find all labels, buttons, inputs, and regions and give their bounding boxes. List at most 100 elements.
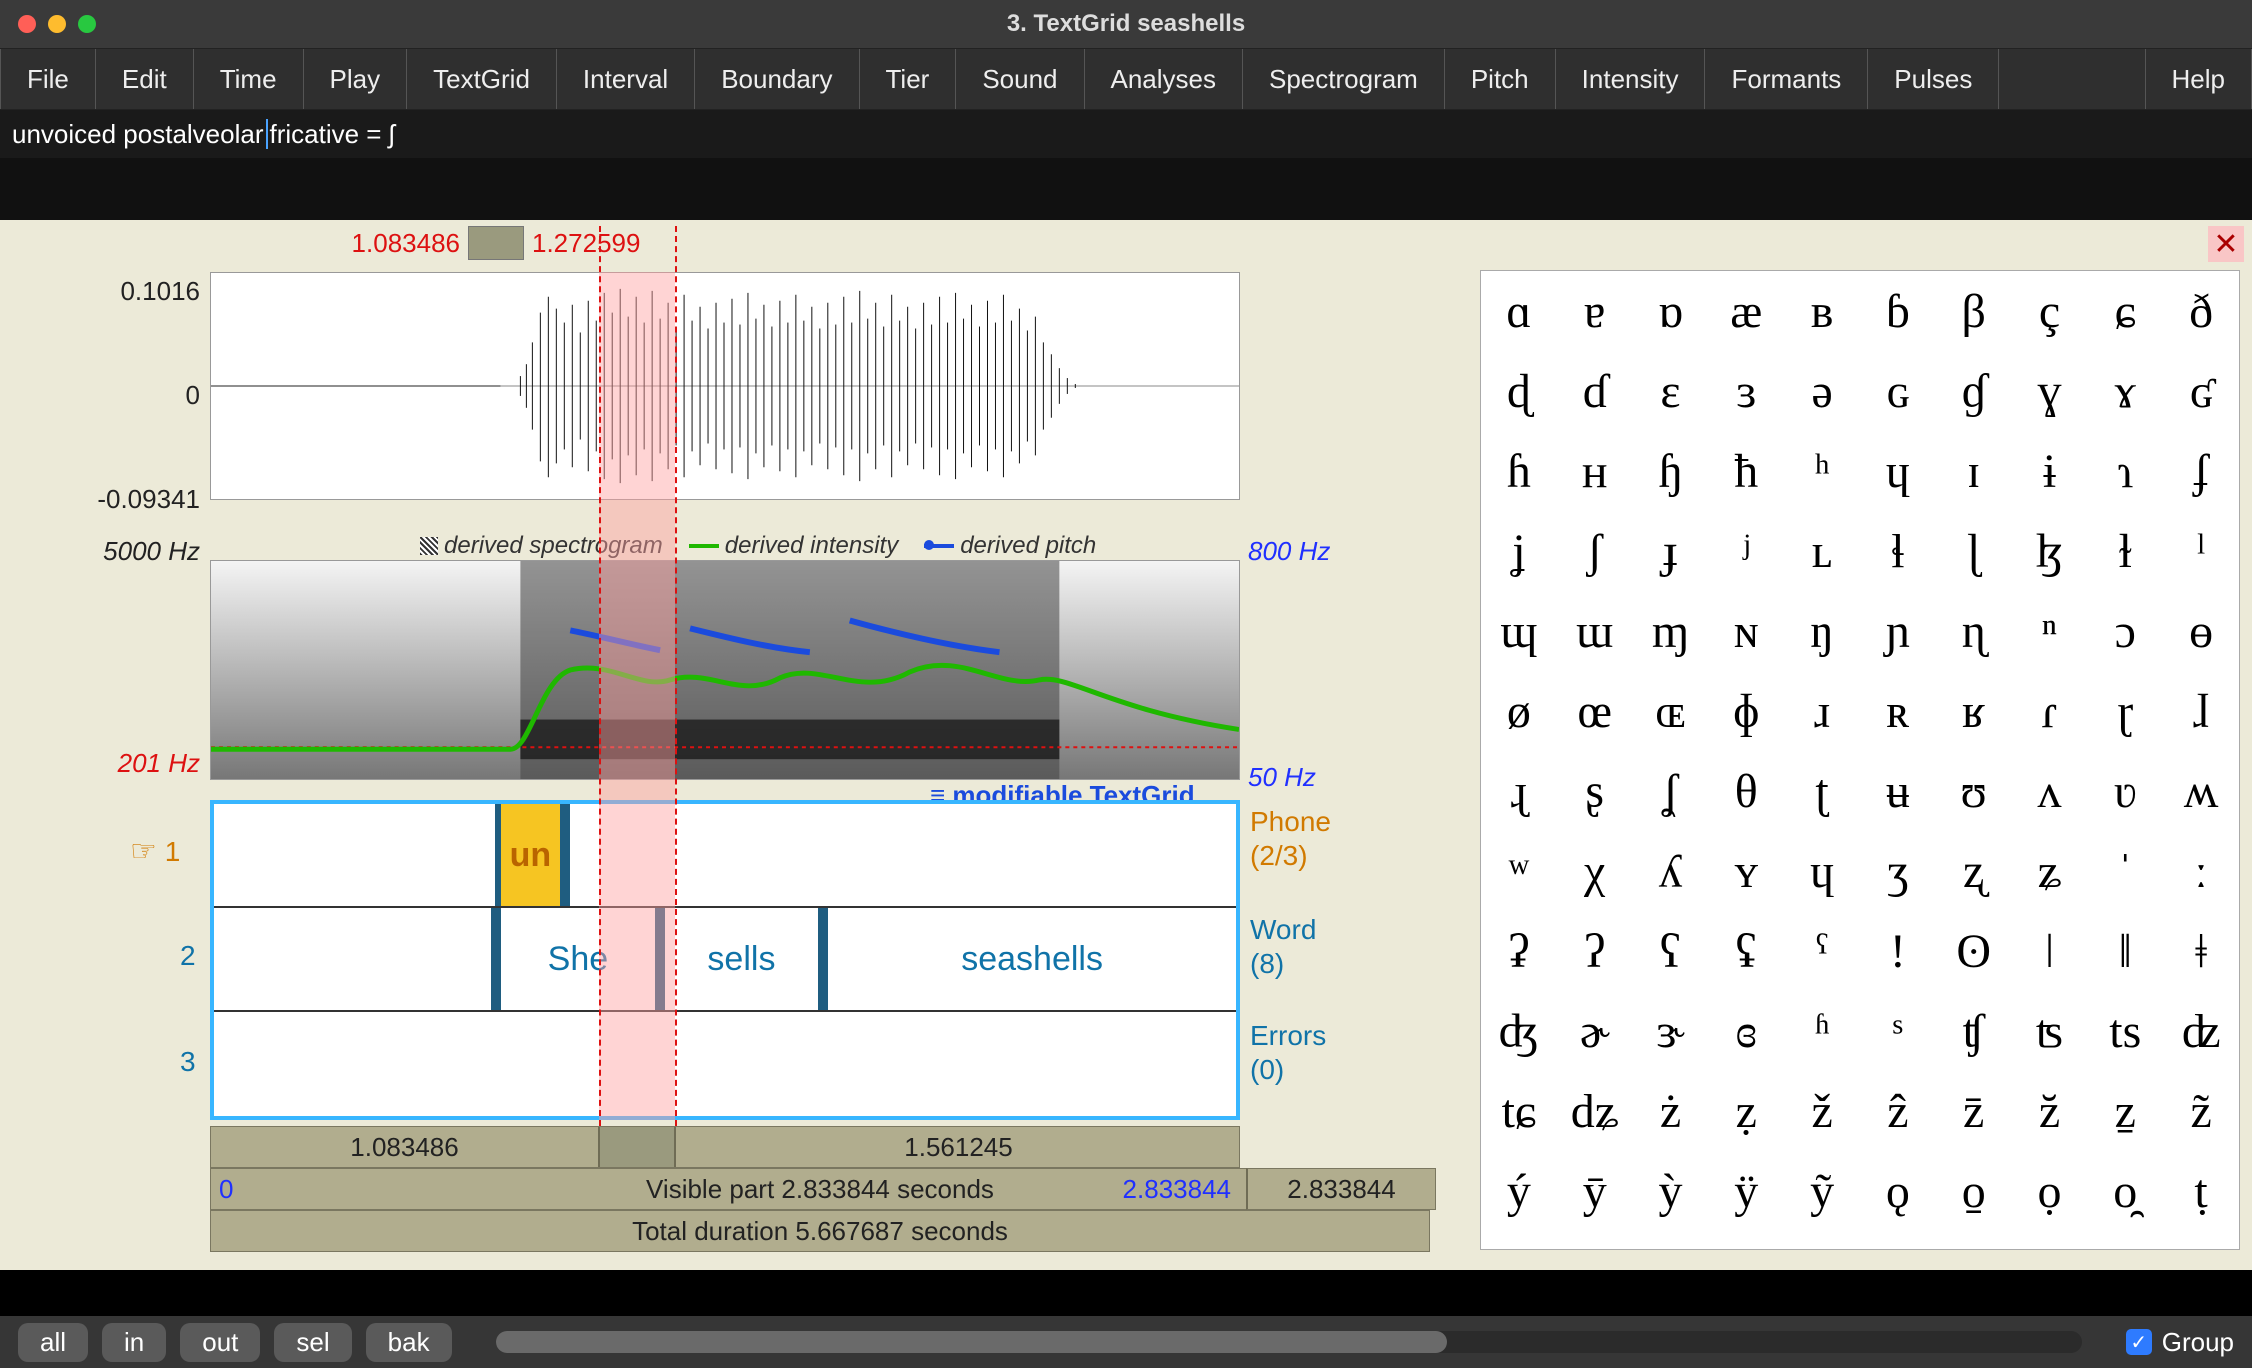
zoom-window-button[interactable] [78, 15, 96, 33]
ipa-char[interactable]: ɧ [1633, 431, 1709, 511]
minimize-window-button[interactable] [48, 15, 66, 33]
ipa-char[interactable]: ɟ [1633, 511, 1709, 591]
ipa-char[interactable]: ȳ [1557, 1151, 1633, 1231]
spectrogram-view[interactable] [210, 560, 1240, 780]
tier-phone[interactable]: un [214, 804, 1236, 908]
ipa-char[interactable]: ž [1784, 1071, 1860, 1151]
play-selection-bar[interactable]: 1.083486 1.561245 [210, 1126, 1240, 1168]
ipa-char[interactable]: ɕ [2087, 271, 2163, 351]
word-interval-1[interactable]: She [501, 908, 665, 1010]
ipa-char[interactable]: ọ [2012, 1151, 2088, 1231]
ipa-char[interactable]: ʒ [1860, 831, 1936, 911]
menu-textgrid[interactable]: TextGrid [407, 49, 557, 109]
ipa-char[interactable]: ɖ [1481, 351, 1557, 431]
ipa-char[interactable]: ʣ [2163, 991, 2239, 1071]
word-interval-2[interactable]: sells [665, 908, 829, 1010]
ipa-char[interactable]: β [1936, 271, 2012, 351]
ipa-char[interactable]: ǂ [2163, 911, 2239, 991]
ipa-char[interactable]: ỹ [1784, 1151, 1860, 1231]
menu-help[interactable]: Help [2145, 49, 2252, 109]
ipa-char[interactable]: ʔ [1557, 911, 1633, 991]
ipa-char[interactable]: ɜ [1708, 351, 1784, 431]
selection-grip[interactable] [468, 226, 524, 260]
ipa-char[interactable]: ⁿ [2012, 591, 2088, 671]
ipa-char[interactable]: ɚ [1557, 991, 1633, 1071]
ipa-char[interactable]: ɣ [2012, 351, 2088, 431]
selection-start-line[interactable] [599, 226, 601, 1126]
horizontal-scrollbar[interactable] [496, 1331, 2082, 1353]
ipa-char[interactable]: ɝ [1633, 991, 1709, 1071]
ipa-char[interactable]: ɥ [1784, 831, 1860, 911]
ipa-char[interactable]: ż [1633, 1071, 1709, 1151]
ipa-char[interactable]: ɠ [1936, 351, 2012, 431]
ipa-char[interactable]: ʷ [1481, 831, 1557, 911]
group-checkbox[interactable]: ✓ [2126, 1329, 2152, 1355]
ipa-char[interactable]: ɾ [2012, 671, 2088, 751]
ipa-char[interactable]: ɮ [2012, 511, 2088, 591]
ipa-char[interactable]: ɴ [1708, 591, 1784, 671]
ipa-char[interactable]: ʢ [1708, 911, 1784, 991]
ipa-char[interactable]: ɔ [2087, 591, 2163, 671]
ipa-char[interactable]: ˤ [1784, 911, 1860, 991]
ipa-char[interactable]: o̯ [2087, 1151, 2163, 1231]
ipa-char[interactable]: ǀ [2012, 911, 2088, 991]
ipa-char[interactable]: o̱ [1936, 1151, 2012, 1231]
ipa-char[interactable]: ɫ [2087, 511, 2163, 591]
ipa-char[interactable]: θ [1708, 751, 1784, 831]
ipa-char[interactable]: ɰ [1481, 591, 1557, 671]
ipa-char[interactable]: ŋ [1784, 591, 1860, 671]
ipa-char[interactable]: ʤ [1481, 991, 1557, 1071]
ipa-char[interactable]: ə [1784, 351, 1860, 431]
ipa-char[interactable]: ɱ [1633, 591, 1709, 671]
ipa-char[interactable]: ɿ [2087, 431, 2163, 511]
ipa-char[interactable]: ɦ [1481, 431, 1557, 511]
ipa-char[interactable]: tɕ [1481, 1071, 1557, 1151]
ipa-char[interactable]: ý [1481, 1151, 1557, 1231]
play-after-selection[interactable]: 1.561245 [676, 1127, 1241, 1167]
ipa-char[interactable]: ɽ [2087, 671, 2163, 751]
ipa-char[interactable]: ǁ [2087, 911, 2163, 991]
tier-word[interactable]: Shesellsseashells [214, 908, 1236, 1012]
ipa-char[interactable]: ʍ [2163, 751, 2239, 831]
menu-spectrogram[interactable]: Spectrogram [1243, 49, 1445, 109]
ipa-char[interactable]: ʊ [1936, 751, 2012, 831]
ipa-char[interactable]: ɥ [1860, 431, 1936, 511]
ipa-char[interactable]: ẕ [2087, 1071, 2163, 1151]
ipa-char[interactable]: ð [2163, 271, 2239, 351]
ipa-char[interactable]: ʀ [1860, 671, 1936, 751]
ipa-char[interactable]: ɶ [1633, 671, 1709, 751]
ipa-char[interactable]: ṭ [2163, 1151, 2239, 1231]
ipa-char[interactable]: ʆ [1633, 751, 1709, 831]
ipa-char[interactable]: ɳ [1936, 591, 2012, 671]
phone-interval-3[interactable] [570, 804, 1236, 906]
ipa-char[interactable]: œ [1557, 671, 1633, 751]
ipa-char[interactable]: ʛ [2163, 351, 2239, 431]
outside-duration-cell[interactable]: 2.833844 [1246, 1168, 1436, 1210]
menu-edit[interactable]: Edit [96, 49, 194, 109]
zoom-in-button[interactable]: in [102, 1323, 166, 1362]
ipa-char[interactable]: ɢ [1860, 351, 1936, 431]
ipa-char[interactable]: ʌ [2012, 751, 2088, 831]
play-before-selection[interactable]: 1.083486 [211, 1127, 600, 1167]
word-interval-0[interactable] [214, 908, 501, 1010]
ipa-char[interactable]: ʄ [2163, 431, 2239, 511]
zoom-all-button[interactable]: all [18, 1323, 88, 1362]
tier-errors[interactable] [214, 1012, 1236, 1116]
ipa-char[interactable]: ẑ [1860, 1071, 1936, 1151]
ipa-char[interactable]: ɯ [1557, 591, 1633, 671]
ipa-char[interactable]: ʁ [1936, 671, 2012, 751]
menu-play[interactable]: Play [304, 49, 408, 109]
play-selection[interactable] [600, 1127, 676, 1167]
ipa-char[interactable]: ç [2012, 271, 2088, 351]
menu-tier[interactable]: Tier [860, 49, 957, 109]
group-toggle[interactable]: ✓ Group [2126, 1327, 2234, 1358]
ipa-char[interactable]: ʃ [1557, 511, 1633, 591]
close-ipa-panel-button[interactable]: ✕ [2208, 226, 2244, 262]
ipa-char[interactable]: ɞ [1708, 991, 1784, 1071]
ipa-char[interactable]: ɑ [1481, 271, 1557, 351]
menu-formants[interactable]: Formants [1705, 49, 1868, 109]
ipa-char[interactable]: ʑ [2012, 831, 2088, 911]
ipa-char[interactable]: ʝ [1481, 511, 1557, 591]
ipa-char[interactable]: ʧ [1936, 991, 2012, 1071]
ipa-char[interactable]: ÿ [1708, 1151, 1784, 1231]
